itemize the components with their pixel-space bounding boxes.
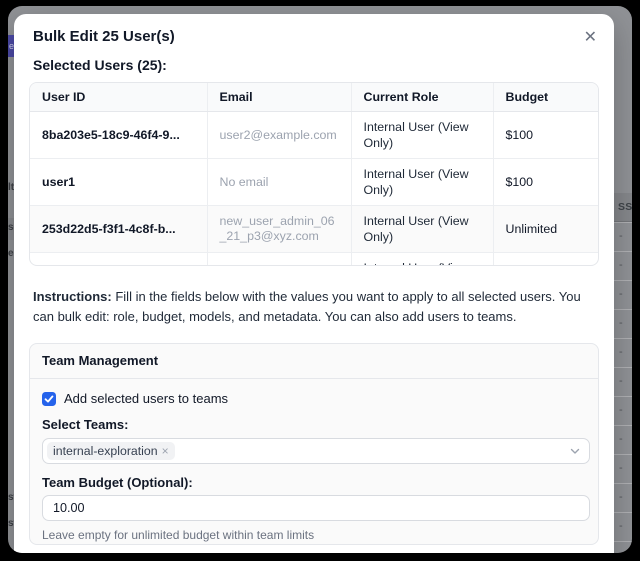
email-cell: new_user_admin_06_21_p3@xyz.com — [207, 206, 351, 253]
selected-team-tag: internal-exploration × — [47, 442, 175, 460]
background-cell-dash: - — [614, 425, 632, 454]
user-id-cell: user1 — [30, 159, 207, 206]
background-table-rows: - - - - - - - - - - - - — [614, 222, 632, 553]
team-management-title: Team Management — [30, 344, 598, 379]
background-cell-dash: - — [614, 251, 632, 280]
background-cell-dash: - — [614, 309, 632, 338]
instructions-label: Instructions: — [33, 289, 112, 304]
team-management-section: Team Management Add selected users to te… — [29, 343, 599, 545]
background-cell-dash: - — [614, 483, 632, 512]
table-row: user1 No email Internal User (View Only)… — [30, 159, 599, 206]
role-cell: Internal User (View Only) — [351, 253, 493, 267]
email-cell: user2@example.com — [207, 112, 351, 159]
column-header-current-role: Current Role — [351, 83, 493, 112]
background-cell-dash: - — [614, 280, 632, 309]
team-budget-label: Team Budget (Optional): — [42, 475, 586, 490]
budget-cell: $100 — [493, 112, 599, 159]
background-cell-dash: - — [614, 454, 632, 483]
budget-cell: Unlimited — [493, 206, 599, 253]
checkmark-icon — [44, 394, 54, 404]
table-row: 8ba203e5-18c9-46f4-9... user2@example.co… — [30, 112, 599, 159]
user-id-cell: 5dbd2335-cdd6-47ca-b... — [30, 253, 207, 267]
instructions-text: Instructions: Fill in the fields below w… — [33, 287, 593, 327]
table-row: 5dbd2335-cdd6-47ca-b... inter Internal U… — [30, 253, 599, 267]
select-teams-label: Select Teams: — [42, 417, 586, 432]
chevron-down-icon — [569, 445, 581, 457]
budget-helper-text: Leave empty for unlimited budget within … — [42, 528, 586, 542]
background-cell-dash: - — [614, 541, 632, 553]
add-users-to-teams-checkbox[interactable] — [42, 392, 56, 406]
table-row: 253d22d5-f3f1-4c8f-b... new_user_admin_0… — [30, 206, 599, 253]
role-cell: Internal User (View Only) — [351, 206, 493, 253]
background-cell-dash: - — [614, 338, 632, 367]
background-page-right-strip: SS - - - - - - - - - - - - — [614, 6, 632, 553]
email-cell: inter — [207, 253, 351, 267]
background-cell-dash: - — [614, 396, 632, 425]
budget-cell: $100 — [493, 159, 599, 206]
background-cell-dash: - — [614, 222, 632, 251]
instructions-body: Fill in the fields below with the values… — [33, 289, 581, 324]
table-header-row: User ID Email Current Role Budget — [30, 83, 599, 112]
user-id-cell: 8ba203e5-18c9-46f4-9... — [30, 112, 207, 159]
email-cell: No email — [207, 159, 351, 206]
modal-title: Bulk Edit 25 User(s) — [33, 28, 175, 45]
bulk-edit-users-modal: Bulk Edit 25 User(s) ✕ Selected Users (2… — [14, 14, 614, 553]
team-budget-input[interactable] — [42, 495, 590, 521]
remove-tag-icon[interactable]: × — [162, 444, 169, 458]
teams-multiselect[interactable]: internal-exploration × — [42, 438, 590, 464]
budget-cell: Unlimited — [493, 253, 599, 267]
column-header-user-id: User ID — [30, 83, 207, 112]
dimmed-page-backdrop: e lt se e st st SS - - - - - - - - - - -… — [8, 6, 632, 553]
role-cell: Internal User (View Only) — [351, 159, 493, 206]
selected-users-label: Selected Users (25): — [33, 57, 599, 73]
selected-users-table[interactable]: User ID Email Current Role Budget 8ba203… — [29, 82, 599, 266]
user-id-cell: 253d22d5-f3f1-4c8f-b... — [30, 206, 207, 253]
background-cell-dash: - — [614, 367, 632, 396]
background-text-fragment: e — [8, 248, 14, 260]
close-icon[interactable]: ✕ — [584, 30, 597, 46]
role-cell: Internal User (View Only) — [351, 112, 493, 159]
add-users-to-teams-label: Add selected users to teams — [64, 391, 228, 406]
column-header-email: Email — [207, 83, 351, 112]
background-table-column-header: SS — [614, 193, 632, 222]
selected-team-tag-label: internal-exploration — [53, 444, 158, 458]
column-header-budget: Budget — [493, 83, 599, 112]
background-cell-dash: - — [614, 512, 632, 541]
